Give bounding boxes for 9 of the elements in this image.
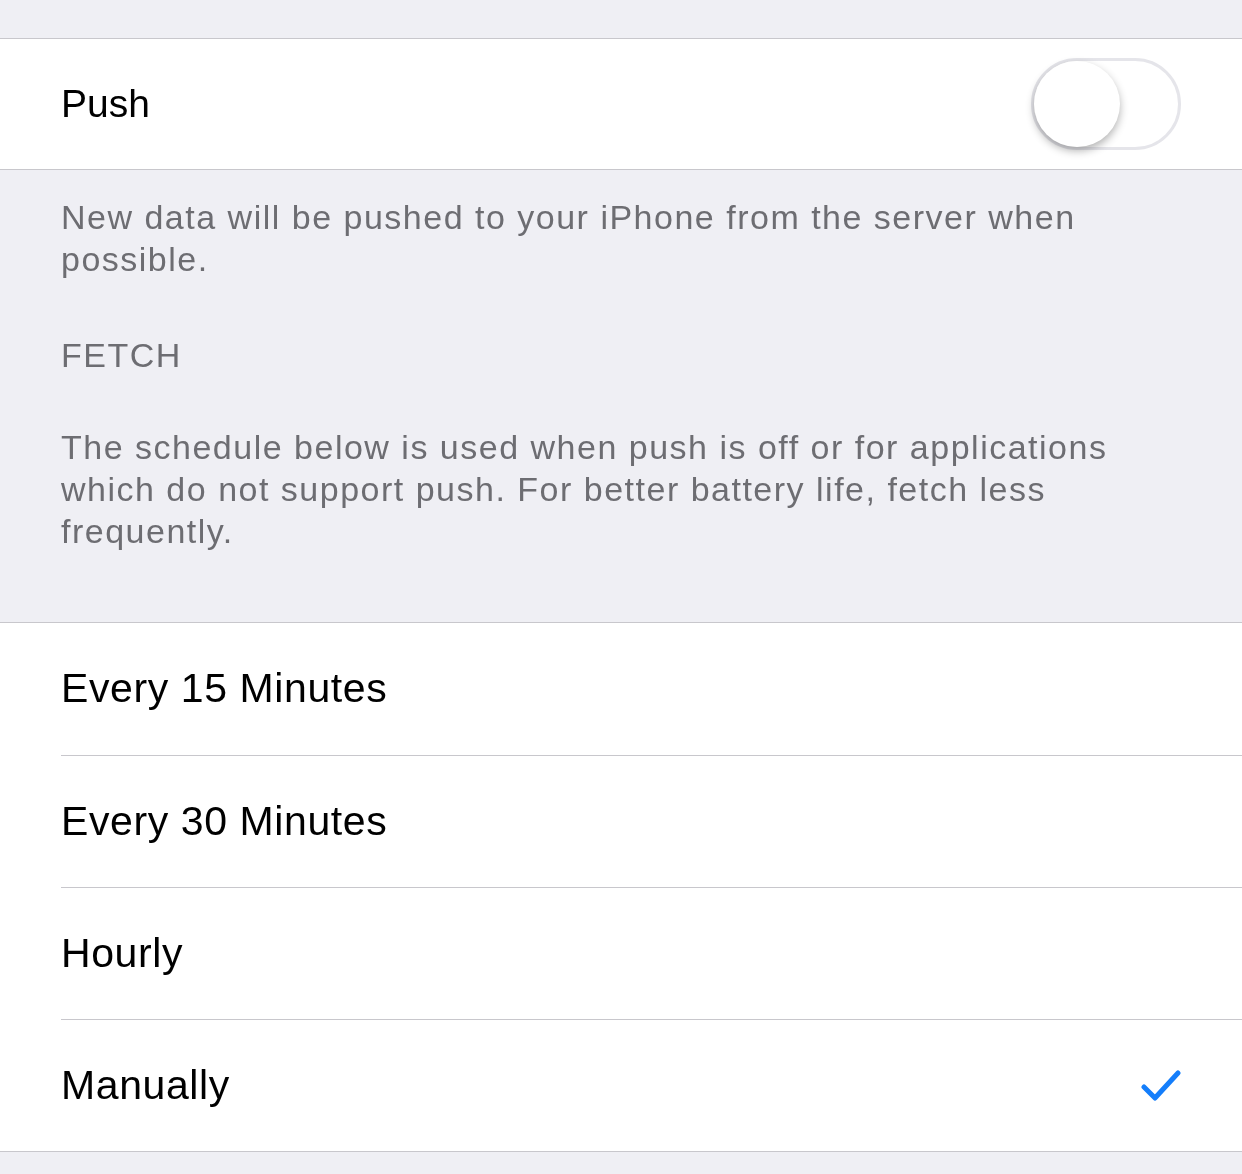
option-row[interactable]: Manually	[61, 1019, 1242, 1151]
option-row[interactable]: Every 15 Minutes	[61, 623, 1242, 755]
fetch-description: The schedule below is used when push is off or for applications which do not support push. For better battery life, fetch less frequently.	[61, 427, 1109, 552]
option-row[interactable]: Every 30 Minutes	[61, 755, 1242, 887]
option-row[interactable]: Hourly	[61, 887, 1242, 1019]
push-description: New data will be pushed to your iPhone from the server when possible.	[61, 197, 1077, 280]
push-toggle[interactable]	[1031, 58, 1181, 150]
push-label: Push	[61, 80, 150, 127]
section-header: FETCH	[61, 335, 183, 376]
